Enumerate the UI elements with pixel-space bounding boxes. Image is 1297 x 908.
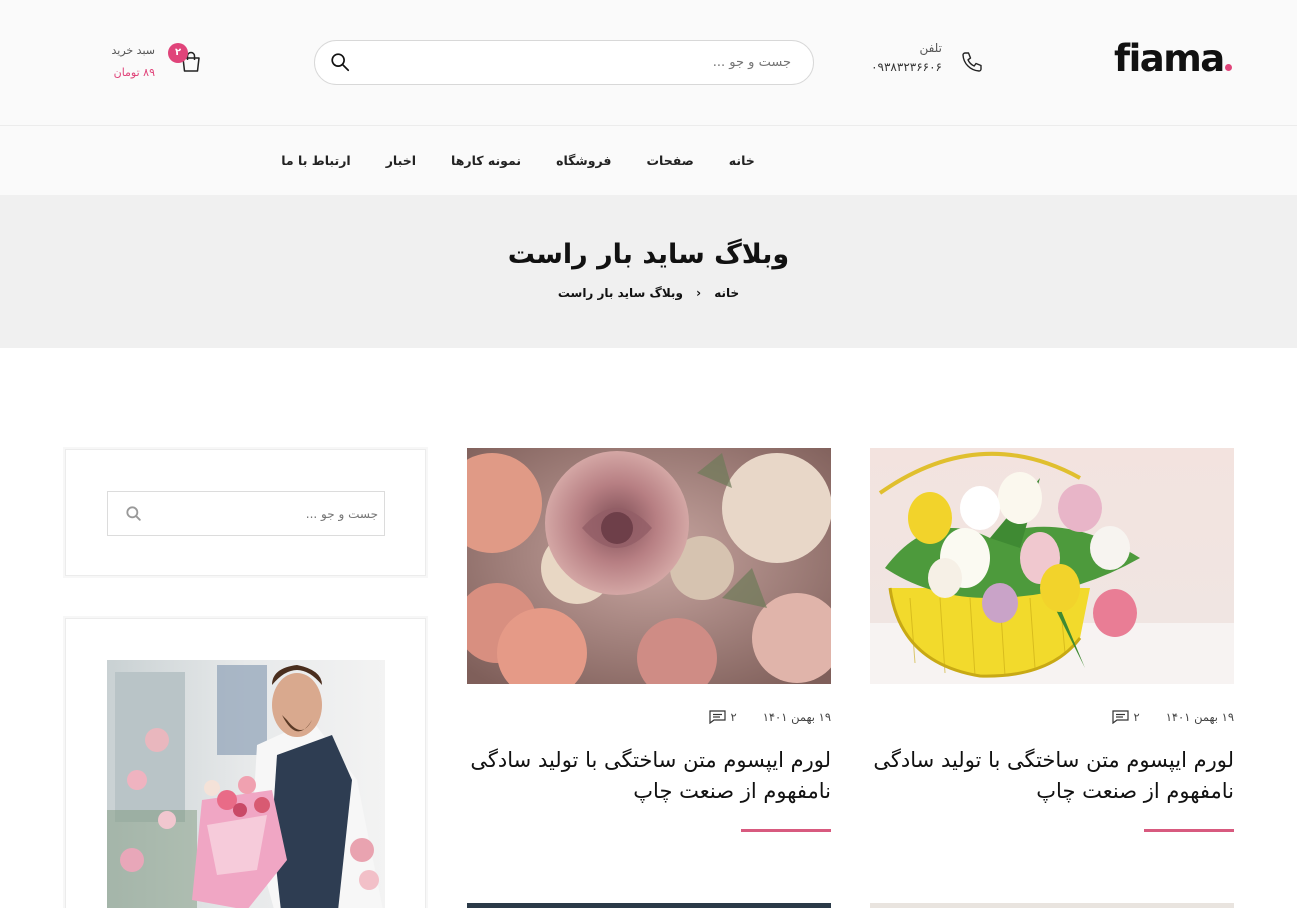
nav-item-home[interactable]: خانه [729, 153, 755, 168]
nav-item-contact[interactable]: ارتباط با ما [281, 153, 350, 168]
header-search-input[interactable] [361, 41, 791, 84]
site-header: fiama تلفن ۰۹۳۸۳۲۳۶۶۰۶ ۲ سبد خرید ۸۹ توم… [0, 0, 1297, 126]
post-date: ۱۹ بهمن ۱۴۰۱ [762, 710, 831, 724]
cart-count-badge: ۲ [168, 43, 188, 63]
post-comments[interactable]: ۲ [708, 710, 737, 724]
search-icon[interactable] [329, 51, 351, 73]
phone-number[interactable]: ۰۹۳۸۳۲۳۶۶۰۶ [871, 60, 942, 74]
cart-label: سبد خرید [111, 44, 155, 57]
page-title: وبلاگ ساید بار راست [507, 239, 790, 270]
phone-contact: تلفن ۰۹۳۸۳۲۳۶۶۰۶ [862, 40, 986, 80]
header-search [314, 40, 814, 85]
post-title[interactable]: لورم ایپسوم متن ساختگی با تولید سادگی نا… [870, 745, 1234, 807]
nav-item-shop[interactable]: فروشگاه [556, 153, 611, 168]
post-title[interactable]: لورم ایپسوم متن ساختگی با تولید سادگی نا… [467, 745, 831, 807]
cart-total: ۸۹ تومان [113, 66, 155, 79]
post-meta: ۱۹ بهمن ۱۴۰۱ ۲ [708, 710, 831, 724]
comment-icon [1111, 710, 1129, 724]
sidebar-search-box [107, 491, 385, 536]
post-image-tulips[interactable] [870, 448, 1234, 684]
next-post-image-edge [870, 903, 1234, 908]
breadcrumb: خانه ‹ وبلاگ ساید بار راست [0, 285, 1297, 300]
page-title-band: وبلاگ ساید بار راست خانه ‹ وبلاگ ساید با… [0, 195, 1297, 348]
breadcrumb-home[interactable]: خانه [714, 286, 739, 300]
post-accent-line [1144, 829, 1234, 832]
breadcrumb-current: وبلاگ ساید بار راست [557, 285, 683, 300]
nav-list: خانه صفحات فروشگاه نمونه کارها اخبار ارت… [0, 126, 1297, 195]
site-logo[interactable]: fiama [1114, 40, 1232, 77]
post-comments[interactable]: ۲ [1111, 710, 1140, 724]
nav-item-news[interactable]: اخبار [386, 153, 416, 168]
next-post-image-edge [467, 903, 831, 908]
cart-widget[interactable]: ۲ سبد خرید ۸۹ تومان [100, 40, 210, 84]
sidebar-search-input[interactable] [148, 492, 378, 535]
post-date: ۱۹ بهمن ۱۴۰۱ [1165, 710, 1234, 724]
post-image-roses[interactable] [467, 448, 831, 684]
comment-icon [708, 710, 726, 724]
post-meta: ۱۹ بهمن ۱۴۰۱ ۲ [1111, 710, 1234, 724]
post-accent-line [741, 829, 831, 832]
main-nav: خانه صفحات فروشگاه نمونه کارها اخبار ارت… [0, 126, 1297, 195]
sidebar-search-widget [65, 449, 426, 576]
nav-item-pages[interactable]: صفحات [646, 153, 693, 168]
logo-dot [1224, 64, 1232, 71]
florist-banner-image[interactable] [107, 660, 385, 908]
chevron-left-icon: ‹ [696, 285, 702, 300]
comment-count: ۲ [1133, 710, 1140, 724]
nav-item-portfolio[interactable]: نمونه کارها [451, 153, 521, 168]
sidebar-image-widget [65, 618, 426, 908]
phone-icon [962, 52, 982, 72]
search-icon[interactable] [124, 504, 144, 524]
phone-label: تلفن [919, 41, 942, 55]
comment-count: ۲ [730, 710, 737, 724]
logo-text: fiama [1114, 37, 1225, 80]
